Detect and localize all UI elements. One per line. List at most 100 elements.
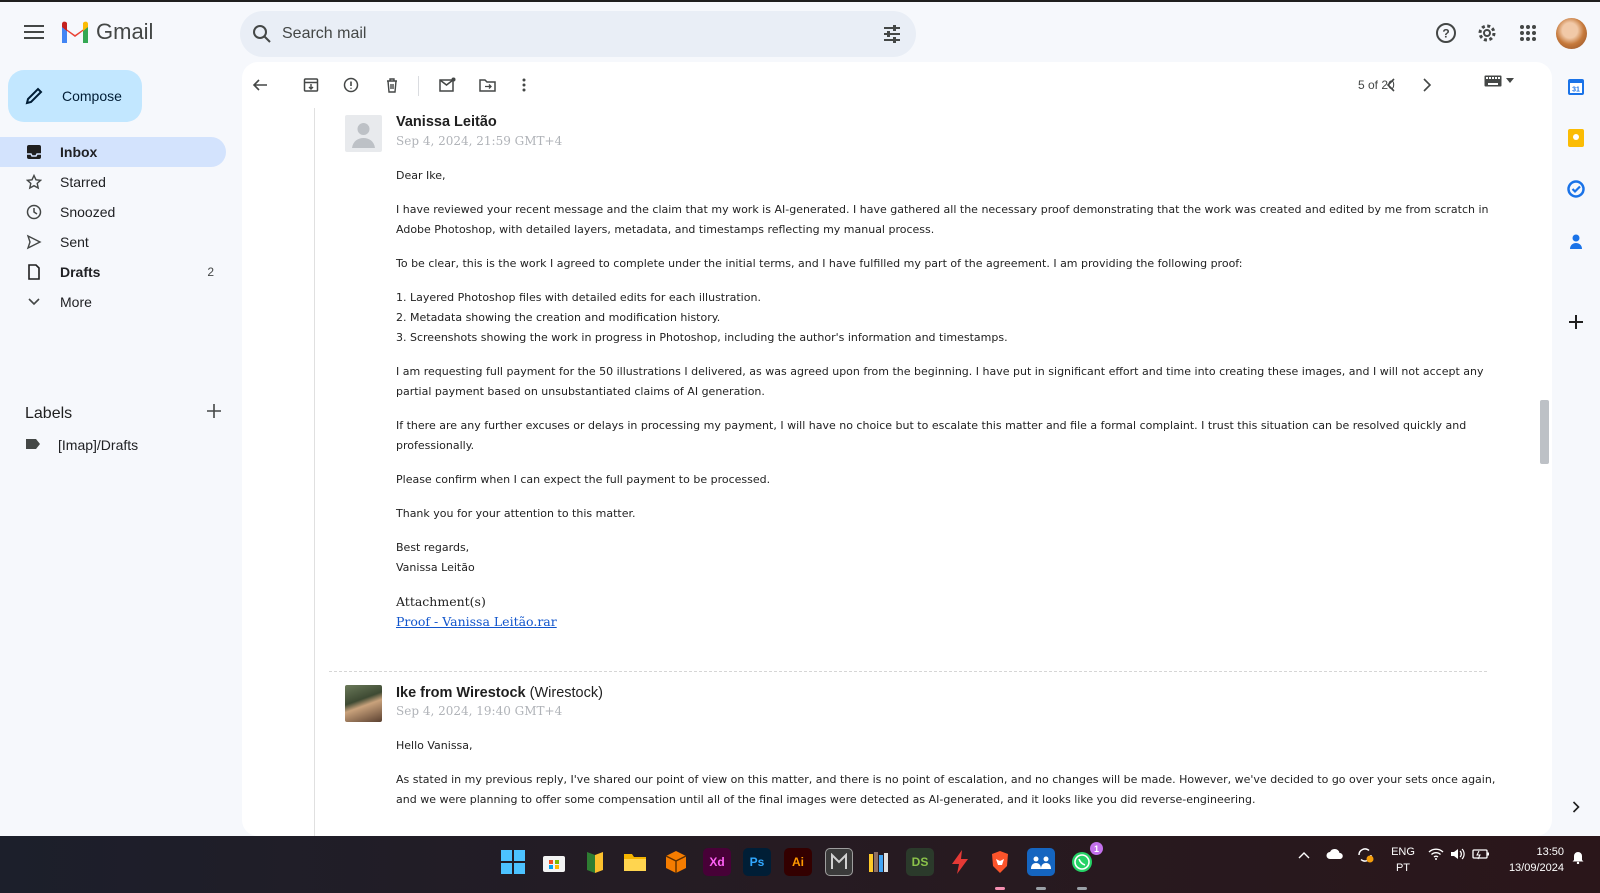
sidebar-item-snoozed[interactable]: Snoozed bbox=[0, 197, 226, 227]
caret-down-icon bbox=[1506, 78, 1514, 83]
notification-bell-icon[interactable] bbox=[1571, 850, 1585, 867]
compose-button[interactable]: Compose bbox=[8, 70, 142, 122]
delete-trash-icon[interactable] bbox=[379, 72, 405, 98]
sidebar-item-starred[interactable]: Starred bbox=[0, 167, 226, 197]
tasks-icon[interactable] bbox=[1565, 178, 1587, 200]
onedrive-cloud-icon[interactable] bbox=[1326, 848, 1344, 863]
more-vert-icon[interactable] bbox=[511, 72, 537, 98]
sidebar-item-label: Sent bbox=[60, 234, 89, 250]
sidebar-item-label: More bbox=[60, 294, 92, 310]
archive-icon[interactable] bbox=[298, 72, 324, 98]
signoff-name: Vanissa Leitão bbox=[396, 561, 475, 574]
sender-name: Vanissa Leitão bbox=[396, 114, 497, 130]
message-view: 5 of 20 Vanissa Leitão Sep 4, 2024, 21:5… bbox=[242, 62, 1552, 836]
im-app-icon[interactable] bbox=[825, 848, 853, 876]
attachments-title: Attachment(s) bbox=[396, 594, 486, 609]
battery-icon[interactable] bbox=[1472, 848, 1490, 863]
body-paragraph: Dear Ike, bbox=[396, 169, 446, 182]
clock-date: 13/09/2024 bbox=[1508, 862, 1564, 874]
search-icon[interactable] bbox=[252, 24, 272, 49]
sidebar-item-inbox[interactable]: Inbox bbox=[0, 137, 226, 167]
newer-chevron-left-icon[interactable] bbox=[1378, 72, 1404, 98]
star-icon bbox=[25, 173, 43, 191]
signoff-line: Best regards, bbox=[396, 541, 470, 554]
sidebar-item-drafts[interactable]: Drafts 2 bbox=[0, 257, 226, 287]
language-indicator[interactable]: ENG PT bbox=[1388, 844, 1418, 876]
sidebar-item-sent[interactable]: Sent bbox=[0, 227, 226, 257]
message-body: Dear Ike, I have reviewed your recent me… bbox=[396, 166, 1496, 633]
report-spam-icon[interactable] bbox=[338, 72, 364, 98]
mark-unread-icon[interactable] bbox=[434, 72, 460, 98]
ds-app-icon[interactable]: DS bbox=[906, 848, 934, 876]
body-paragraph: If there are any further excuses or dela… bbox=[396, 419, 1467, 452]
toolbar-divider bbox=[418, 76, 419, 96]
sidebar-item-more[interactable]: More bbox=[0, 287, 226, 317]
clock-icon bbox=[25, 203, 43, 221]
contacts-icon[interactable] bbox=[1565, 230, 1587, 252]
older-chevron-right-icon[interactable] bbox=[1414, 72, 1440, 98]
search-input[interactable] bbox=[282, 23, 842, 45]
sidebar-item-label: Drafts bbox=[60, 264, 101, 280]
sender-avatar-photo bbox=[345, 685, 382, 722]
people-app-indicator bbox=[1036, 887, 1046, 890]
system-clock[interactable]: 13:50 13/09/2024 bbox=[1498, 844, 1564, 876]
list-item: 1. Layered Photoshop files with detailed… bbox=[396, 291, 761, 304]
scrollbar-thumb[interactable] bbox=[1540, 400, 1549, 464]
adobe-xd-icon[interactable]: Xd bbox=[703, 848, 731, 876]
body-paragraph: To be clear, this is the work I agreed t… bbox=[396, 257, 1243, 270]
brave-browser-icon[interactable] bbox=[986, 848, 1014, 876]
sidebar-item-label: Starred bbox=[60, 174, 106, 190]
tray-overflow-chevron-icon[interactable] bbox=[1298, 850, 1310, 862]
calendar-icon[interactable]: 31 bbox=[1565, 76, 1587, 98]
people-app-icon[interactable] bbox=[1027, 848, 1055, 876]
add-addon-icon[interactable] bbox=[1565, 311, 1587, 333]
clock-time: 13:50 bbox=[1536, 846, 1564, 858]
sidebar-item-label: Inbox bbox=[60, 144, 98, 160]
whatsapp-badge: 1 bbox=[1090, 842, 1103, 855]
apps-grid-icon[interactable] bbox=[1515, 20, 1541, 46]
add-label-icon[interactable] bbox=[207, 404, 221, 423]
help-icon[interactable]: ? bbox=[1433, 20, 1459, 46]
attachment-link[interactable]: Proof - Vanissa Leitão.rar bbox=[396, 614, 557, 629]
file-icon bbox=[25, 263, 43, 281]
volume-icon[interactable] bbox=[1450, 848, 1466, 863]
gmail-logo[interactable]: Gmail bbox=[60, 19, 153, 45]
message-toolbar: 5 of 20 bbox=[242, 62, 1552, 108]
photoshop-icon[interactable]: Ps bbox=[743, 848, 771, 876]
whatsapp-icon[interactable]: 1 bbox=[1068, 842, 1103, 876]
message-divider bbox=[329, 671, 1487, 672]
keep-notes-icon[interactable] bbox=[1565, 127, 1587, 149]
keyboard-icon bbox=[1484, 75, 1502, 87]
flash-app-icon[interactable] bbox=[946, 848, 974, 876]
chevron-down-icon bbox=[25, 293, 43, 311]
body-paragraph: As stated in my previous reply, I've sha… bbox=[396, 773, 1496, 806]
whatsapp-indicator bbox=[1077, 887, 1087, 890]
label-item-imap-drafts[interactable]: [Imap]/Drafts bbox=[25, 430, 138, 460]
books-app-icon[interactable] bbox=[581, 848, 609, 876]
illustrator-icon[interactable]: Ai bbox=[784, 848, 812, 876]
file-explorer-icon[interactable] bbox=[621, 848, 649, 876]
label-item-text: [Imap]/Drafts bbox=[58, 437, 139, 453]
brave-active-indicator bbox=[995, 887, 1005, 890]
move-to-folder-icon[interactable] bbox=[474, 72, 500, 98]
settings-gear-icon[interactable] bbox=[1474, 20, 1500, 46]
sync-status-icon[interactable] bbox=[1356, 846, 1374, 867]
input-tools-button[interactable] bbox=[1484, 75, 1514, 87]
store-icon[interactable] bbox=[540, 848, 568, 876]
message-body: Hello Vanissa, As stated in my previous … bbox=[396, 736, 1496, 824]
expand-panel-chevron-icon[interactable] bbox=[1565, 796, 1587, 818]
library-app-icon[interactable] bbox=[865, 848, 893, 876]
signature: Best regards, Vanissa Leitão bbox=[396, 538, 1496, 578]
wifi-icon[interactable] bbox=[1428, 848, 1444, 863]
main-menu-button[interactable] bbox=[18, 16, 50, 48]
gmail-m-icon bbox=[62, 21, 88, 43]
labels-title: Labels bbox=[25, 404, 73, 422]
package-app-icon[interactable] bbox=[662, 848, 690, 876]
back-arrow-icon[interactable] bbox=[247, 72, 273, 98]
search-options-icon[interactable] bbox=[882, 24, 902, 49]
windows-start-icon[interactable] bbox=[499, 848, 527, 876]
account-avatar[interactable] bbox=[1556, 18, 1587, 49]
svg-text:31: 31 bbox=[1572, 87, 1580, 94]
person-icon bbox=[352, 123, 375, 148]
pencil-icon bbox=[25, 87, 43, 105]
